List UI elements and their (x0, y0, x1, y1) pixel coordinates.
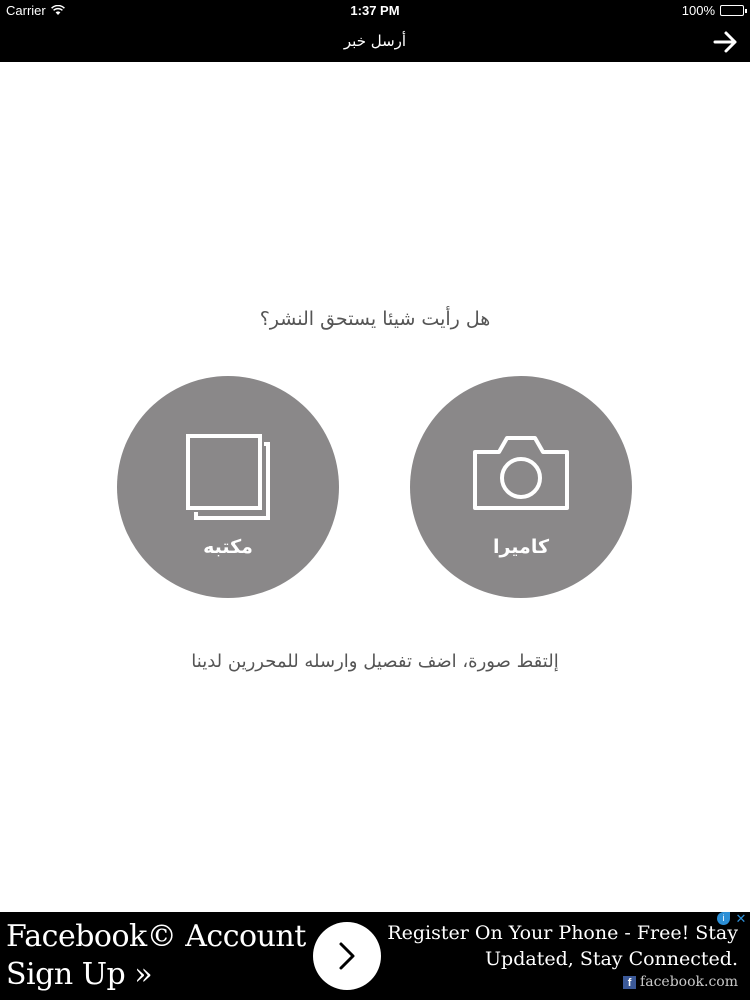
status-bar: Carrier 1:37 PM 100% (0, 0, 750, 22)
ad-body[interactable]: Register On Your Phone - Free! Stay Upda… (387, 920, 738, 972)
library-button[interactable]: مكتبه (117, 376, 339, 598)
battery-info: 100% (681, 3, 747, 18)
prompt-question: هل رأيت شيئا يستحق النشر؟ (259, 308, 491, 330)
page-title: أرسل خبر (343, 32, 407, 50)
ad-body-line1: Register On Your Phone - Free! Stay (387, 922, 738, 944)
arrow-right-icon (713, 31, 737, 53)
ad-choices-icon[interactable]: i (717, 912, 730, 925)
ad-body-line2: Updated, Stay Connected. (485, 948, 738, 970)
camera-icon (473, 436, 569, 510)
status-time: 1:37 PM (350, 3, 400, 18)
facebook-icon: f (623, 975, 637, 989)
ad-headline-line2: Sign Up » (6, 957, 153, 992)
ad-cta-button[interactable] (313, 922, 381, 990)
close-icon[interactable]: ✕ (734, 912, 748, 926)
back-button[interactable] (710, 26, 742, 58)
battery-icon (720, 5, 747, 16)
camera-button[interactable]: كاميرا (410, 376, 632, 598)
navigation-bar: أرسل خبر (0, 22, 750, 62)
chevron-right-icon (339, 942, 355, 970)
ad-source-label: facebook.com (640, 974, 738, 990)
instructions-text: إلتقط صورة، اضف تفصيل وارسله للمحررين لد… (191, 651, 559, 672)
ad-source[interactable]: f facebook.com (623, 974, 738, 990)
library-label: مكتبه (203, 536, 253, 558)
camera-label: كاميرا (492, 536, 550, 558)
ad-headline-line1: Facebook© Account (6, 919, 306, 954)
battery-percent: 100% (681, 3, 715, 18)
ad-banner[interactable]: Facebook© Account Sign Up » Register On … (0, 912, 750, 1000)
photo-library-icon (186, 434, 270, 520)
ad-headline[interactable]: Facebook© Account Sign Up » (6, 918, 306, 994)
